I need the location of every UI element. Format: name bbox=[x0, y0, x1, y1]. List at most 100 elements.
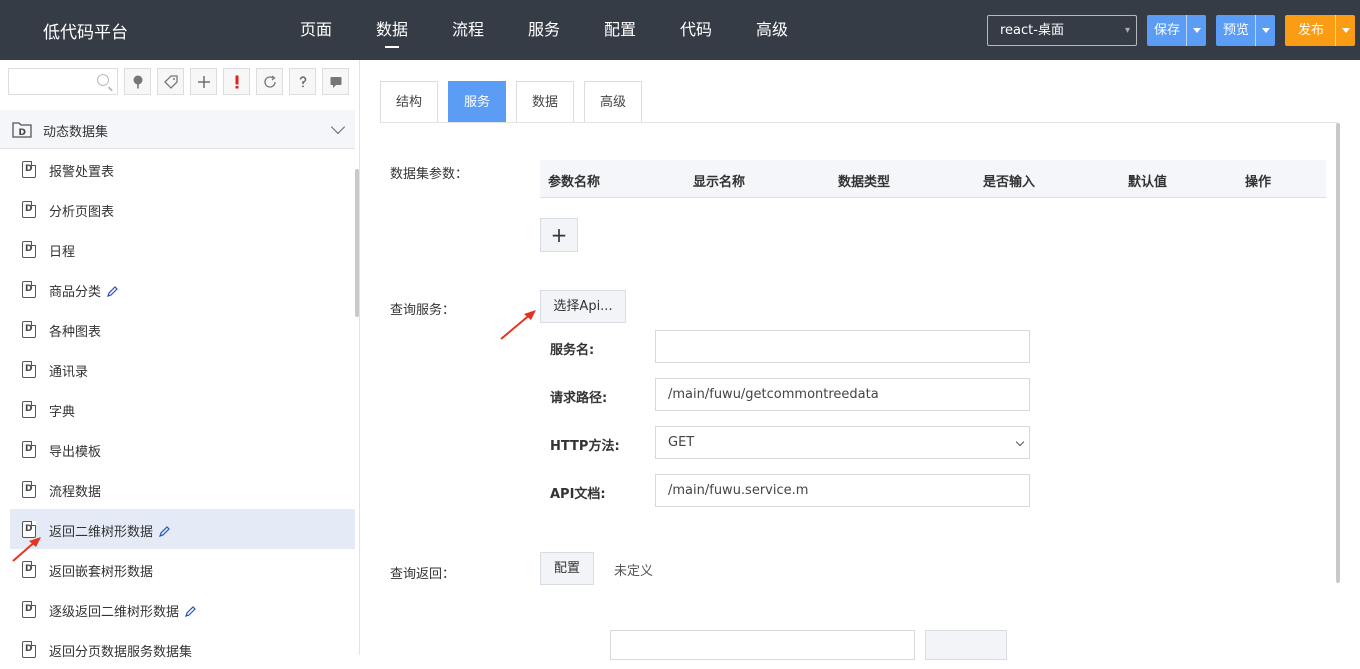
environment-select[interactable]: react-桌面 ▾ bbox=[987, 15, 1137, 46]
query-service-label: 查询服务： bbox=[390, 303, 456, 318]
dataset-tree: D 报警处置表 D 分析页图表 D 日程 D 商品分类 D 各种图表 D 通讯录… bbox=[0, 149, 355, 669]
tree-item-label: 字典 bbox=[49, 405, 76, 420]
tree-item-label: 报警处置表 bbox=[49, 165, 115, 180]
comment-icon[interactable] bbox=[322, 68, 349, 95]
tree-item-selected[interactable]: D 返回二维树形数据 bbox=[10, 509, 355, 549]
tree-item-label: 导出模板 bbox=[49, 445, 102, 460]
help-icon[interactable] bbox=[289, 68, 316, 95]
annotation-arrow-icon bbox=[12, 537, 41, 562]
nav-item-advanced[interactable]: 高级 bbox=[734, 0, 810, 60]
tree-item[interactable]: D 流程数据 bbox=[0, 469, 355, 509]
nav-item-config[interactable]: 配置 bbox=[582, 0, 658, 60]
dataset-file-icon: D bbox=[22, 641, 36, 658]
request-path-label: 请求路径: bbox=[550, 391, 608, 406]
tree-item-label: 日程 bbox=[49, 245, 76, 260]
dataset-group-header[interactable]: D 动态数据集 bbox=[0, 110, 355, 149]
dataset-file-icon: D bbox=[22, 241, 36, 258]
pencil-icon bbox=[107, 286, 118, 297]
dataset-file-icon: D bbox=[22, 601, 36, 618]
column-default-value: 默认值 bbox=[1128, 175, 1168, 190]
sidebar-search-input[interactable] bbox=[8, 68, 118, 95]
tree-item-label: 商品分类 bbox=[49, 285, 102, 300]
config-button[interactable]: 配置 bbox=[540, 552, 594, 585]
partial-input[interactable] bbox=[610, 630, 915, 660]
api-doc-label: API文档: bbox=[550, 487, 606, 502]
svg-text:D: D bbox=[19, 128, 26, 138]
main-scrollbar[interactable] bbox=[1336, 123, 1340, 583]
request-path-input[interactable]: /main/fuwu/getcommontreedata bbox=[655, 378, 1030, 411]
top-bar: 低代码平台 页面 数据 流程 服务 配置 代码 高级 react-桌面 ▾ 保存… bbox=[0, 0, 1360, 60]
http-method-select[interactable]: GET bbox=[655, 426, 1030, 459]
publish-button-label: 发布 bbox=[1298, 23, 1325, 38]
service-name-input[interactable] bbox=[655, 330, 1030, 363]
dataset-file-icon: D bbox=[22, 321, 36, 338]
tab-data[interactable]: 数据 bbox=[516, 81, 575, 123]
preview-dropdown-icon[interactable] bbox=[1255, 15, 1275, 46]
refresh-icon[interactable] bbox=[256, 68, 283, 95]
tree-item-label: 分析页图表 bbox=[49, 205, 115, 220]
search-icon bbox=[97, 74, 109, 86]
chevron-down-icon bbox=[1015, 437, 1025, 447]
tab-service[interactable]: 服务 bbox=[448, 81, 507, 123]
tree-item[interactable]: D 各种图表 bbox=[0, 309, 355, 349]
tab-divider bbox=[380, 122, 1338, 123]
tree-item[interactable]: D 返回分页数据服务数据集 bbox=[0, 629, 355, 669]
dataset-file-icon: D bbox=[22, 161, 36, 178]
folder-d-icon: D bbox=[12, 121, 32, 142]
dataset-file-icon: D bbox=[22, 441, 36, 458]
dataset-params-label: 数据集参数： bbox=[390, 167, 469, 182]
query-return-status: 未定义 bbox=[614, 564, 654, 579]
nav-item-services[interactable]: 服务 bbox=[506, 0, 582, 60]
http-method-label: HTTP方法: bbox=[550, 439, 620, 454]
tree-item-label: 返回二维树形数据 bbox=[49, 525, 154, 540]
tree-item[interactable]: D 通讯录 bbox=[0, 349, 355, 389]
dataset-group-label: 动态数据集 bbox=[43, 125, 109, 140]
save-button[interactable]: 保存 bbox=[1147, 15, 1206, 46]
nav-item-data[interactable]: 数据 bbox=[354, 0, 430, 60]
sidebar-scrollbar[interactable] bbox=[355, 169, 359, 317]
tree-item[interactable]: D 导出模板 bbox=[0, 429, 355, 469]
params-table-header: 参数名称 显示名称 数据类型 是否输入 默认值 操作 bbox=[540, 160, 1326, 198]
dataset-file-icon: D bbox=[22, 281, 36, 298]
tree-item[interactable]: D 字典 bbox=[0, 389, 355, 429]
chevron-down-icon: ▾ bbox=[1124, 25, 1130, 36]
nav-item-code[interactable]: 代码 bbox=[658, 0, 734, 60]
tree-item-label: 流程数据 bbox=[49, 485, 102, 500]
plus-icon[interactable] bbox=[190, 68, 217, 95]
query-return-label: 查询返回： bbox=[390, 567, 456, 582]
dataset-file-icon: D bbox=[22, 201, 36, 218]
tree-item[interactable]: D 报警处置表 bbox=[0, 149, 355, 189]
publish-dropdown-icon[interactable] bbox=[1335, 15, 1355, 46]
nav-item-pages[interactable]: 页面 bbox=[278, 0, 354, 60]
tree-item[interactable]: D 返回嵌套树形数据 bbox=[0, 549, 355, 589]
preview-button[interactable]: 预览 bbox=[1216, 15, 1275, 46]
nav-item-flow[interactable]: 流程 bbox=[430, 0, 506, 60]
main-nav: 页面 数据 流程 服务 配置 代码 高级 bbox=[278, 0, 810, 60]
column-data-type: 数据类型 bbox=[838, 175, 891, 190]
tree-item[interactable]: D 商品分类 bbox=[0, 269, 355, 309]
column-param-name: 参数名称 bbox=[548, 175, 601, 190]
chevron-down-icon[interactable] bbox=[330, 119, 346, 135]
publish-button[interactable]: 发布 bbox=[1285, 15, 1355, 46]
tab-structure[interactable]: 结构 bbox=[380, 81, 439, 123]
tab-advanced[interactable]: 高级 bbox=[584, 81, 643, 123]
dataset-file-icon: D bbox=[22, 401, 36, 418]
partial-button[interactable] bbox=[925, 630, 1007, 660]
tree-item-label: 通讯录 bbox=[49, 365, 89, 380]
app-title: 低代码平台 bbox=[43, 23, 128, 43]
environment-select-value: react-桌面 bbox=[1000, 23, 1064, 38]
api-doc-input[interactable]: /main/fuwu.service.m bbox=[655, 474, 1030, 507]
tree-item[interactable]: D 日程 bbox=[0, 229, 355, 269]
tree-item[interactable]: D 分析页图表 bbox=[0, 189, 355, 229]
exclamation-icon[interactable] bbox=[223, 68, 250, 95]
tree-icon[interactable] bbox=[124, 68, 151, 95]
http-method-value: GET bbox=[668, 435, 695, 450]
add-param-button[interactable]: + bbox=[540, 218, 578, 252]
select-api-button[interactable]: 选择Api... bbox=[540, 290, 626, 323]
tag-icon[interactable] bbox=[157, 68, 184, 95]
save-button-label: 保存 bbox=[1154, 23, 1181, 38]
tree-item[interactable]: D 逐级返回二维树形数据 bbox=[0, 589, 355, 629]
column-is-input: 是否输入 bbox=[983, 175, 1036, 190]
preview-button-label: 预览 bbox=[1223, 23, 1250, 38]
save-dropdown-icon[interactable] bbox=[1186, 15, 1206, 46]
